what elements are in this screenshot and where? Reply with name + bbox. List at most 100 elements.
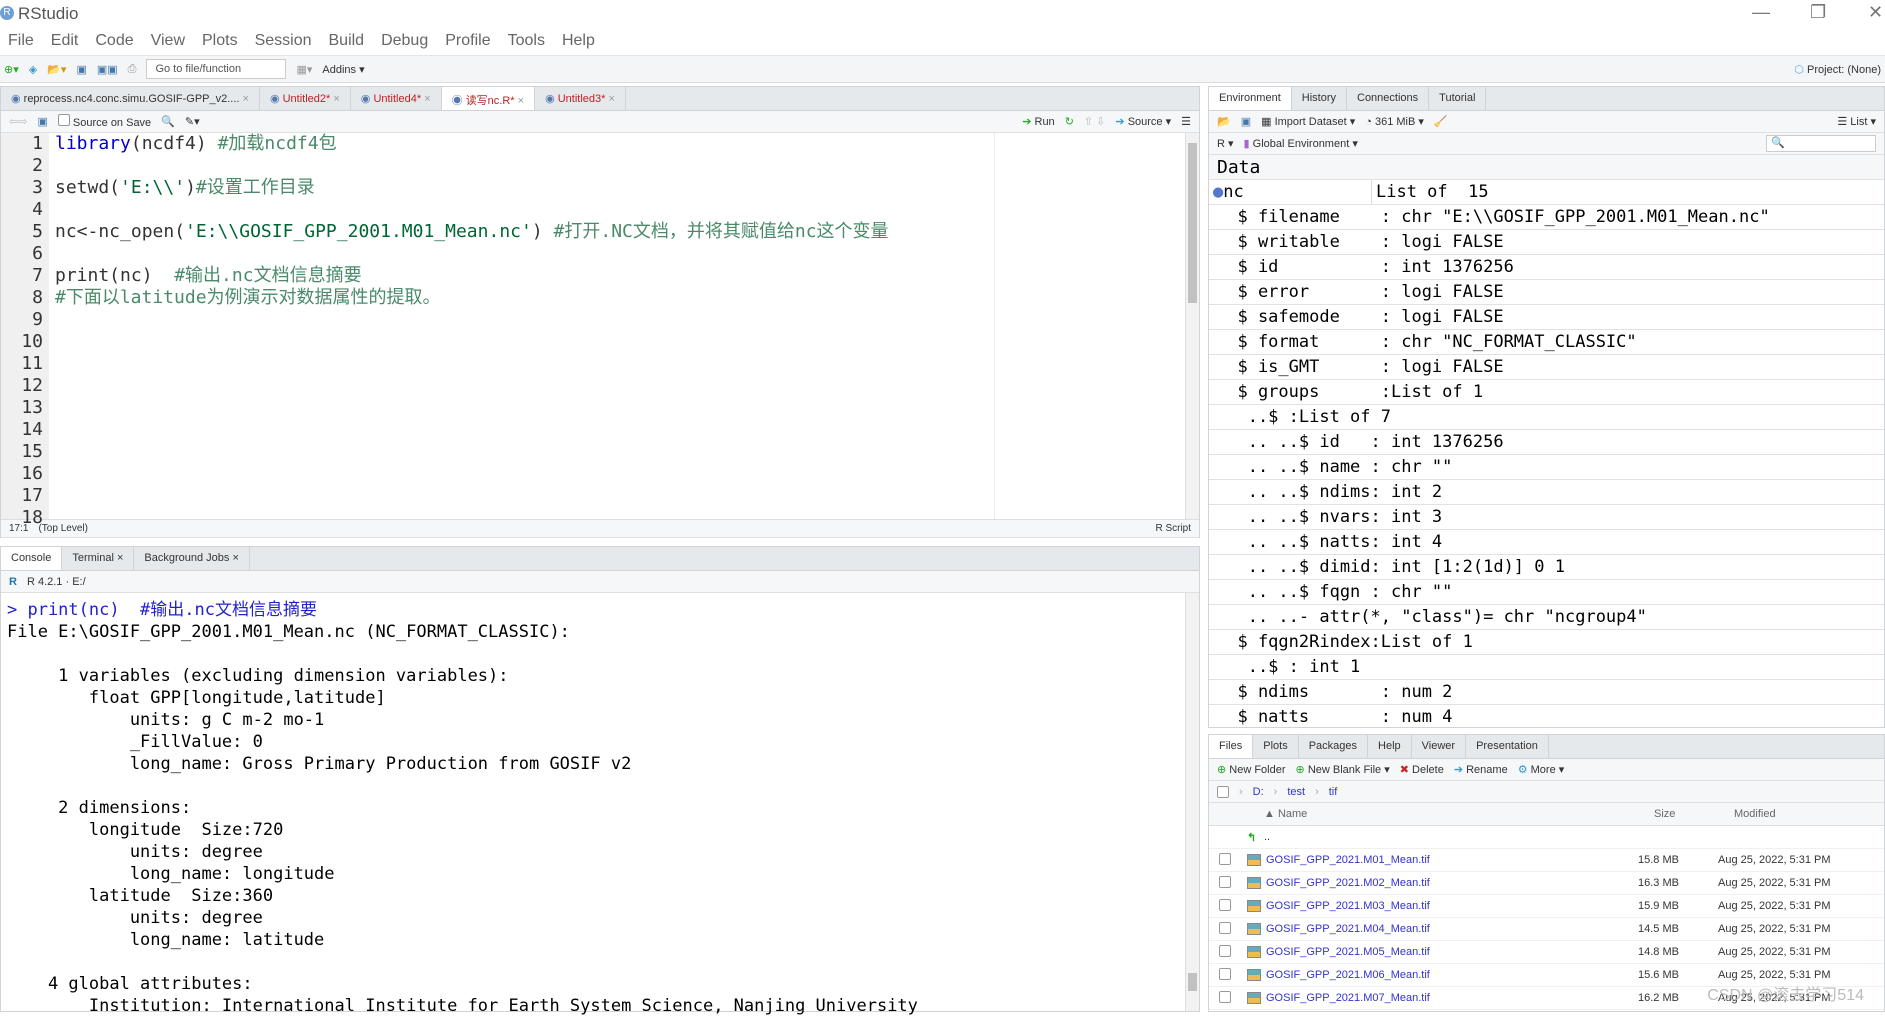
close-tab-icon[interactable]: × <box>515 95 524 107</box>
select-all-checkbox[interactable] <box>1217 785 1229 798</box>
menu-file[interactable]: File <box>8 28 43 56</box>
print-icon[interactable]: ⎙ <box>128 63 137 76</box>
breadcrumb-d[interactable]: D: <box>1253 786 1264 798</box>
editor-scrollbar[interactable] <box>1185 133 1199 519</box>
size-column-header[interactable]: Size <box>1654 808 1734 820</box>
tab-environment[interactable]: Environment <box>1209 87 1292 110</box>
tab-plots[interactable]: Plots <box>1253 735 1299 758</box>
close-tab-icon[interactable]: × <box>239 93 249 105</box>
console-output[interactable]: > print(nc) #输出.nc文档信息摘要 File E:\GOSIF_G… <box>1 593 1185 1016</box>
tab-help[interactable]: Help <box>1368 735 1412 758</box>
tab-files[interactable]: Files <box>1209 735 1254 758</box>
file-row[interactable]: GOSIF_GPP_2021.M04_Mean.tif 14.5 MB Aug 25… <box>1209 918 1884 941</box>
run-button[interactable]: ➔ Run <box>1022 115 1054 128</box>
source-button[interactable]: ➔ Source ▾ <box>1115 115 1171 128</box>
file-checkbox[interactable] <box>1219 875 1231 888</box>
menu-build[interactable]: Build <box>329 28 374 56</box>
project-menu[interactable]: ⬡ Project: (None) <box>1794 63 1885 76</box>
menu-profile[interactable]: Profile <box>445 28 499 56</box>
editor-tab[interactable]: ◉ Untitled2* × <box>260 87 351 110</box>
menu-plots[interactable]: Plots <box>202 28 247 56</box>
menu-code[interactable]: Code <box>95 28 142 56</box>
outline-icon[interactable]: ☰ <box>1181 115 1191 128</box>
more-button[interactable]: ⚙ More ▾ <box>1518 763 1565 776</box>
save-workspace-icon[interactable]: ▣ <box>1241 115 1251 128</box>
parent-directory-row[interactable]: ↰ .. <box>1209 826 1884 849</box>
grid-icon[interactable]: ▦▾ <box>296 63 312 76</box>
menu-help[interactable]: Help <box>562 28 604 56</box>
close-tab-icon[interactable]: × <box>330 93 339 105</box>
tab-connections[interactable]: Connections <box>1347 87 1430 110</box>
tab-packages[interactable]: Packages <box>1299 735 1369 758</box>
breadcrumb-tif[interactable]: tif <box>1329 786 1338 798</box>
env-variable-nc[interactable]: ●nc List of 15 <box>1209 180 1884 205</box>
editor-tab[interactable]: ◉ reprocess.nc4.conc.simu.GOSIF-GPP_v2..… <box>1 87 260 110</box>
menu-edit[interactable]: Edit <box>51 28 88 56</box>
menu-session[interactable]: Session <box>255 28 321 56</box>
file-row[interactable]: GOSIF_GPP_2021.M03_Mean.tif 15.9 MB Aug 25… <box>1209 895 1884 918</box>
file-checkbox[interactable] <box>1219 852 1231 865</box>
editor-tab[interactable]: ◉ Untitled4* × <box>351 87 442 110</box>
new-folder-button[interactable]: ⊕ New Folder <box>1217 763 1286 776</box>
file-name-link[interactable]: GOSIF_GPP_2021.M03_Mean.tif <box>1266 900 1638 912</box>
go-to-file-input[interactable]: Go to file/function <box>146 59 287 79</box>
expand-icon[interactable]: ● <box>1213 182 1223 202</box>
view-mode-select[interactable]: ☰ List ▾ <box>1837 115 1876 128</box>
tab-viewer[interactable]: Viewer <box>1412 735 1467 758</box>
rerun-icon[interactable]: ↻ <box>1065 115 1074 128</box>
file-type-selector[interactable]: R Script <box>1155 523 1191 534</box>
file-checkbox[interactable] <box>1219 967 1231 980</box>
code-editor[interactable]: library(ncdf4) #加载ncdf4包 setwd('E:\\')#设置… <box>49 133 995 519</box>
file-name-link[interactable]: GOSIF_GPP_2021.M07_Mean.tif <box>1266 992 1638 1004</box>
save-all-icon[interactable]: ▣▣ <box>97 63 118 76</box>
menu-view[interactable]: View <box>151 28 194 56</box>
menu-debug[interactable]: Debug <box>381 28 437 56</box>
import-dataset-button[interactable]: ▦ Import Dataset ▾ <box>1261 115 1355 128</box>
tab-terminal[interactable]: Terminal × <box>62 547 135 570</box>
file-name-link[interactable]: GOSIF_GPP_2021.M01_Mean.tif <box>1266 854 1638 866</box>
tab-presentation[interactable]: Presentation <box>1466 735 1549 758</box>
back-forward-icon[interactable]: ⇦⇨ <box>9 115 27 128</box>
language-select[interactable]: R ▾ <box>1217 137 1234 150</box>
environment-search-input[interactable]: 🔍 <box>1766 135 1876 152</box>
scope-select[interactable]: ▮ Global Environment ▾ <box>1244 137 1358 150</box>
close-tab-icon[interactable]: × <box>421 93 430 105</box>
close-button[interactable]: ✕ <box>1868 2 1883 23</box>
minimize-button[interactable]: — <box>1752 2 1770 23</box>
up-down-icon[interactable]: ⇧ ⇩ <box>1084 115 1106 128</box>
editor-tab[interactable]: ◉ Untitled3* × <box>535 87 626 110</box>
breadcrumb-test[interactable]: test <box>1287 786 1305 798</box>
save-icon[interactable]: ▣ <box>76 63 86 76</box>
file-checkbox[interactable] <box>1219 990 1231 1003</box>
name-column-header[interactable]: ▲ Name <box>1264 808 1654 820</box>
file-name-link[interactable]: GOSIF_GPP_2021.M02_Mean.tif <box>1266 877 1638 889</box>
editor-tab[interactable]: ◉ 读写nc.R* × <box>441 87 536 110</box>
file-checkbox[interactable] <box>1219 898 1231 911</box>
load-workspace-icon[interactable]: 📂 <box>1217 115 1231 128</box>
open-file-icon[interactable]: 📂▾ <box>47 63 66 76</box>
memory-usage[interactable]: ◔ 361 MiB ▾ <box>1365 115 1424 128</box>
file-name-link[interactable]: GOSIF_GPP_2021.M04_Mean.tif <box>1266 923 1638 935</box>
modified-column-header[interactable]: Modified <box>1734 808 1776 820</box>
tab-history[interactable]: History <box>1292 87 1347 110</box>
file-row[interactable]: GOSIF_GPP_2021.M02_Mean.tif 16.3 MB Aug 25… <box>1209 872 1884 895</box>
menu-tools[interactable]: Tools <box>508 28 554 56</box>
clear-broom-icon[interactable]: 🧹 <box>1434 115 1448 128</box>
file-row[interactable]: GOSIF_GPP_2021.M01_Mean.tif 15.8 MB Aug 25… <box>1209 849 1884 872</box>
addins-menu[interactable]: Addins ▾ <box>322 63 364 76</box>
new-project-icon[interactable]: ◈ <box>29 63 37 76</box>
file-checkbox[interactable] <box>1219 944 1231 957</box>
new-file-icon[interactable]: ⊕▾ <box>4 63 19 76</box>
console-scrollbar[interactable] <box>1185 593 1199 1011</box>
file-row[interactable]: GOSIF_GPP_2021.M05_Mean.tif 14.8 MB Aug 25… <box>1209 941 1884 964</box>
source-on-save-checkbox[interactable]: Source on Save <box>57 114 151 129</box>
delete-button[interactable]: ✖ Delete <box>1400 763 1444 776</box>
tab-background-jobs[interactable]: Background Jobs × <box>134 547 250 570</box>
new-blank-file-button[interactable]: ⊕ New Blank File ▾ <box>1296 763 1390 776</box>
wand-icon[interactable]: ✎▾ <box>185 115 200 128</box>
tab-console[interactable]: Console <box>1 547 63 570</box>
parent-dir-link[interactable]: .. <box>1264 831 1270 843</box>
rename-button[interactable]: ➔ Rename <box>1454 763 1508 776</box>
restore-button[interactable]: ❐ <box>1810 2 1826 23</box>
save-icon[interactable]: ▣ <box>37 115 47 128</box>
